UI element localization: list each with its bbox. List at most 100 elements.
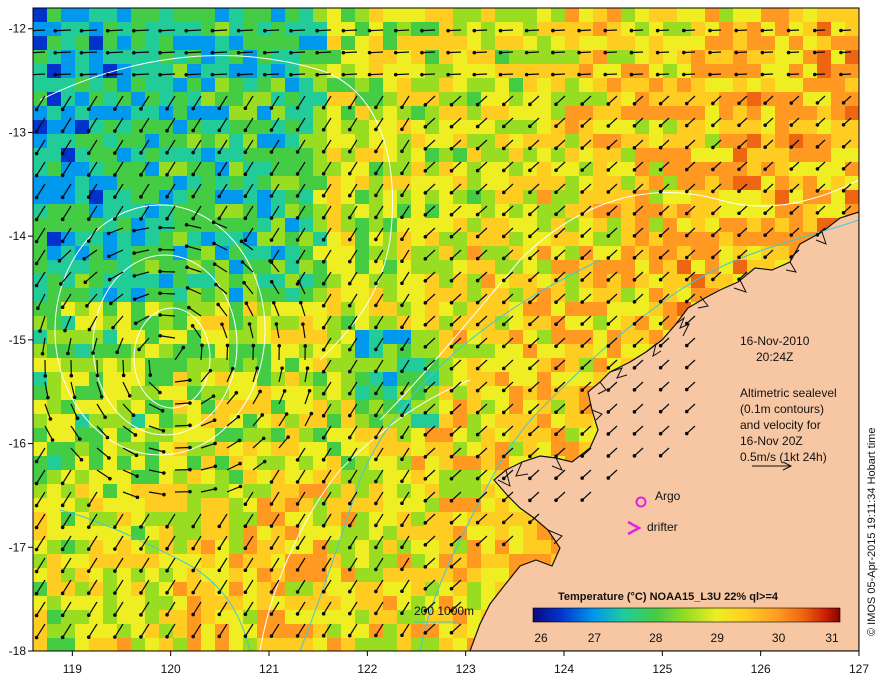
sst-cell <box>159 316 174 331</box>
sst-cell <box>495 288 510 303</box>
velocity-arrow-head <box>423 147 428 151</box>
sst-cell <box>635 176 650 191</box>
sst-cell <box>537 148 552 163</box>
sst-cell <box>495 176 510 191</box>
sst-cell <box>411 78 426 93</box>
sst-cell <box>397 8 412 23</box>
velocity-arrow-head <box>841 166 846 171</box>
velocity-arrow-head <box>60 525 65 530</box>
velocity-arrow-head <box>60 503 65 508</box>
sst-cell <box>215 540 230 555</box>
velocity-arrow-head <box>115 350 120 355</box>
sst-cell <box>537 50 552 65</box>
sst-cell <box>579 414 594 429</box>
velocity-arrow-head <box>374 215 378 220</box>
sst-cell <box>299 316 314 331</box>
velocity-arrow-head <box>295 524 300 528</box>
sst-cell <box>285 596 300 611</box>
sst-cell <box>481 22 496 37</box>
sst-cell <box>243 134 258 149</box>
sst-cell <box>327 260 342 275</box>
sst-cell <box>313 512 328 527</box>
sst-cell <box>103 386 118 401</box>
sst-cell <box>33 512 48 527</box>
velocity-arrow-head <box>236 72 241 77</box>
velocity-arrow-head <box>113 547 117 551</box>
sst-cell <box>131 400 146 415</box>
sst-cell <box>257 498 272 513</box>
sst-cell <box>775 190 790 205</box>
sst-cell <box>467 36 482 51</box>
sst-cell <box>789 176 804 191</box>
velocity-arrow-head <box>34 151 39 156</box>
sst-cell <box>565 316 580 331</box>
velocity-arrow-head <box>63 328 67 333</box>
velocity-arrow-head <box>711 167 715 172</box>
velocity-arrow-head <box>111 325 115 330</box>
sst-cell <box>719 232 734 247</box>
sst-cell <box>495 386 510 401</box>
velocity-arrow-head <box>684 167 689 172</box>
sst-cell <box>215 512 230 527</box>
sst-cell <box>229 638 244 651</box>
sst-cell <box>103 330 118 345</box>
sst-cell <box>509 414 524 429</box>
sst-cell <box>579 78 594 93</box>
sst-cell <box>257 78 272 93</box>
velocity-arrow-head <box>79 457 84 462</box>
velocity-arrow-head <box>423 389 428 393</box>
sst-cell <box>285 134 300 149</box>
velocity-arrow-head <box>684 211 689 216</box>
sst-cell <box>383 106 398 121</box>
sst-cell <box>229 64 244 79</box>
velocity-arrow <box>160 51 176 54</box>
sst-cell <box>845 148 859 163</box>
sst-cell <box>61 8 76 23</box>
sst-cell <box>411 470 426 485</box>
sst-cell <box>845 106 859 121</box>
sst-cell <box>89 274 104 289</box>
sst-cell <box>551 400 566 415</box>
sst-cell <box>159 148 174 163</box>
sst-cell <box>803 148 818 163</box>
velocity-arrow <box>290 73 306 76</box>
velocity-arrow-head <box>580 278 584 282</box>
velocity-arrow-head <box>682 50 686 55</box>
sst-cell <box>299 330 314 345</box>
sst-cell <box>131 526 146 541</box>
velocity-arrow-head <box>213 441 217 446</box>
sst-cell <box>47 596 62 611</box>
velocity-arrow-head <box>48 417 53 421</box>
sst-cell <box>75 92 90 107</box>
sst-cell <box>243 260 258 275</box>
sst-cell <box>411 414 426 429</box>
sst-cell <box>369 22 384 37</box>
sst-cell <box>495 78 510 93</box>
sst-cell <box>89 302 104 317</box>
velocity-arrow-head <box>347 237 352 242</box>
velocity-arrow-head <box>161 449 166 454</box>
velocity-arrow-head <box>212 241 216 246</box>
sst-cell <box>635 316 650 331</box>
sst-cell <box>229 36 244 51</box>
sst-cell <box>411 176 426 191</box>
sst-cell <box>635 78 650 93</box>
velocity-arrow-head <box>347 413 352 418</box>
sst-cell <box>341 330 356 345</box>
sst-cell <box>761 8 776 23</box>
velocity-arrow-head <box>528 388 532 393</box>
velocity-arrow-head <box>113 151 117 155</box>
sst-cell <box>257 526 272 541</box>
sst-cell <box>327 456 342 471</box>
sst-cell <box>33 638 48 651</box>
sst-cell <box>47 442 62 457</box>
velocity-arrow-head <box>105 72 110 77</box>
sst-cell <box>761 162 776 177</box>
velocity-arrow-head <box>632 146 637 150</box>
sst-cell <box>579 134 594 149</box>
x-tick-label: 124 <box>554 662 574 676</box>
sst-cell <box>817 92 832 107</box>
sst-cell <box>425 540 440 555</box>
sst-cell <box>775 120 790 135</box>
velocity-arrow <box>81 73 98 76</box>
